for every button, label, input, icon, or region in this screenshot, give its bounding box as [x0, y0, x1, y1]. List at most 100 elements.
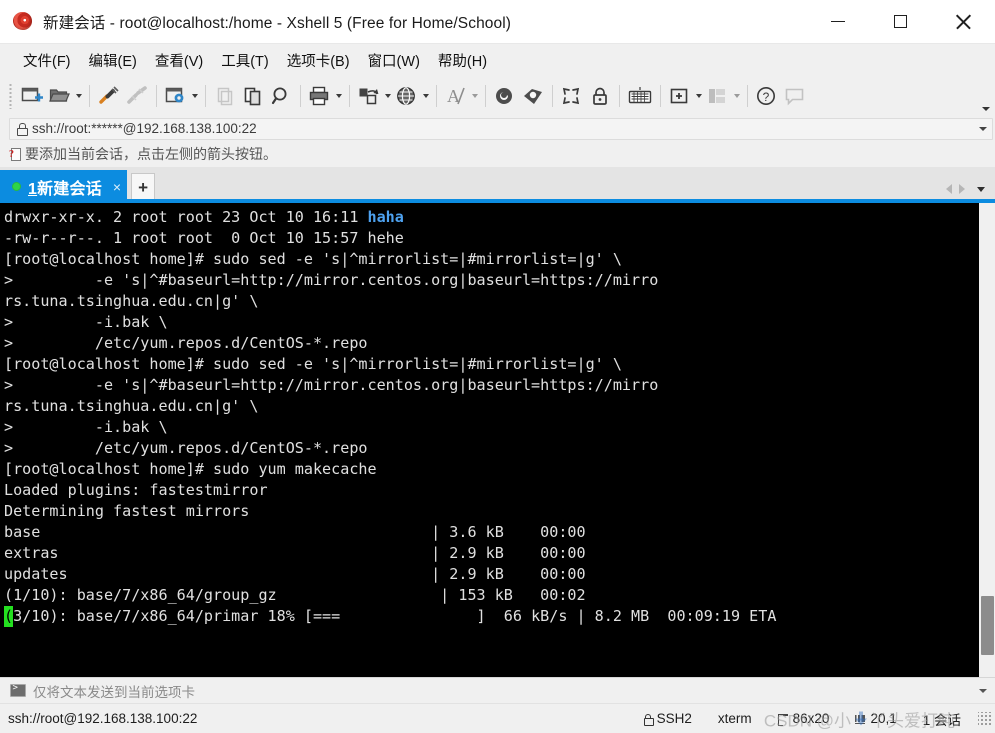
menu-view[interactable]: 查看(V)	[146, 47, 212, 74]
file-transfer-button[interactable]	[355, 80, 383, 112]
terminal-text: [root@localhost home]# sudo sed -e 's|^m…	[4, 250, 622, 268]
maximize-button[interactable]	[869, 0, 931, 44]
menu-help[interactable]: 帮助(H)	[429, 47, 496, 74]
terminal-line: rs.tuna.tsinghua.edu.cn|g' \	[4, 291, 978, 312]
terminal-text: updates | 2.9 kB 00:00	[4, 565, 586, 583]
terminal-text: extras | 2.9 kB 00:00	[4, 544, 586, 562]
lock-button[interactable]	[586, 80, 614, 112]
find-button[interactable]	[267, 80, 295, 112]
terminal-text: rs.tuna.tsinghua.edu.cn|g' \	[4, 292, 259, 310]
menu-tab[interactable]: 选项卡(B)	[278, 47, 359, 74]
file-transfer-chevron-icon[interactable]	[385, 94, 391, 98]
toolbar-separator	[89, 85, 90, 107]
session-properties-button[interactable]	[162, 80, 190, 112]
status-url: ssh://root@192.168.138.100:22	[8, 711, 198, 726]
tab-list-chevron-icon[interactable]	[977, 186, 985, 192]
status-terminal-type-label: xterm	[717, 711, 752, 726]
cut-button[interactable]	[211, 80, 239, 112]
toolbar-grip[interactable]	[9, 83, 12, 109]
font-chevron-icon[interactable]	[472, 94, 478, 98]
keyboard-button[interactable]	[625, 80, 655, 112]
open-session-chevron-icon[interactable]	[76, 94, 82, 98]
terminal-text: 3/10): base/7/x86_64/primar 18% [=== ] 6…	[13, 607, 777, 625]
terminal-text: base | 3.6 kB 00:00	[4, 523, 586, 541]
terminal-scrollbar[interactable]	[978, 203, 995, 677]
status-right-group: SSH2 xterm 86x20 20,1 1 会话	[631, 709, 995, 729]
status-sessions-label: 1 会话	[922, 712, 961, 728]
nav-prev-icon[interactable]	[946, 184, 952, 194]
feedback-button[interactable]	[781, 80, 809, 112]
session-note-icon: ?	[9, 147, 24, 162]
lock-icon	[17, 123, 28, 136]
nav-next-icon[interactable]	[959, 184, 965, 194]
menu-window[interactable]: 窗口(W)	[359, 47, 429, 74]
speech-bubble-icon	[785, 88, 804, 106]
printer-icon	[309, 86, 329, 106]
menu-tools[interactable]: 工具(T)	[212, 47, 278, 74]
terminal-text: > -i.bak \	[4, 313, 168, 331]
address-chevron-down-icon[interactable]	[979, 126, 987, 131]
terminal-screen[interactable]: drwxr-xr-x. 2 root root 23 Oct 10 16:11 …	[0, 203, 978, 677]
window-resize-grip[interactable]	[978, 711, 992, 726]
help-question-icon: ?	[757, 87, 775, 105]
window-title: 新建会话 - root@localhost:/home - Xshell 5 (…	[43, 14, 512, 32]
terminal-line: > -i.bak \	[4, 417, 978, 438]
menu-file[interactable]: 文件(F)	[14, 47, 80, 74]
terminal-prompt-icon	[10, 683, 26, 697]
print-chevron-icon[interactable]	[336, 94, 342, 98]
terminal-text: [root@localhost home]# sudo yum makecach…	[4, 460, 377, 478]
terminal-line: updates | 2.9 kB 00:00	[4, 564, 978, 585]
xftp-icon	[524, 89, 542, 104]
font-button[interactable]: A	[442, 80, 470, 112]
session-properties-chevron-icon[interactable]	[192, 94, 198, 98]
terminal-line: [root@localhost home]# sudo sed -e 's|^m…	[4, 354, 978, 375]
layout-split-icon	[709, 89, 725, 103]
address-input[interactable]: ssh://root:******@192.168.138.100:22	[9, 117, 993, 140]
layout-chevron-icon[interactable]	[734, 94, 740, 98]
status-cursor-position: 20,1	[842, 711, 909, 726]
xshell-button[interactable]	[491, 80, 519, 112]
layout-button[interactable]	[704, 80, 732, 112]
new-tab-button[interactable]: +	[131, 173, 156, 200]
terminal-line: rs.tuna.tsinghua.edu.cn|g' \	[4, 396, 978, 417]
window-controls	[807, 0, 995, 44]
open-session-button[interactable]	[46, 80, 74, 112]
web-browser-button[interactable]	[393, 80, 421, 112]
terminal-text: drwxr-xr-x. 2 root root 23 Oct 10 16:11	[4, 208, 368, 226]
status-cursor-label: 20,1	[870, 711, 897, 726]
title-bar-left: 新建会话 - root@localhost:/home - Xshell 5 (…	[0, 11, 807, 33]
terminal-line: [root@localhost home]# sudo yum makecach…	[4, 459, 978, 480]
toolbar-overflow-chevron-icon[interactable]	[982, 107, 990, 111]
send-text-label: 仅将文本发送到当前选项卡	[33, 684, 195, 700]
close-button[interactable]	[931, 0, 995, 44]
tab-close-icon[interactable]: ×	[113, 180, 121, 194]
menu-edit[interactable]: 编辑(E)	[80, 47, 146, 74]
terminal-text: Loaded plugins: fastestmirror	[4, 481, 268, 499]
lock-icon	[643, 713, 654, 726]
help-button[interactable]: ?	[753, 80, 781, 112]
toolbar-separator	[552, 85, 553, 107]
send-text-bar[interactable]: 仅将文本发送到当前选项卡	[0, 677, 995, 703]
toolbar-separator	[156, 85, 157, 107]
fullscreen-button[interactable]	[558, 80, 586, 112]
connect-button[interactable]	[95, 80, 123, 112]
terminal-scrollbar-thumb[interactable]	[981, 596, 994, 655]
new-session-button[interactable]	[18, 80, 46, 112]
xftp-button[interactable]	[519, 80, 547, 112]
add-to-folder-button[interactable]	[666, 80, 694, 112]
status-protocol: SSH2	[631, 711, 705, 726]
search-icon	[271, 87, 287, 105]
status-size: 86x20	[765, 711, 843, 726]
xshell-shell-logo-icon	[13, 11, 34, 32]
send-bar-chevron-down-icon[interactable]	[979, 688, 987, 693]
print-button[interactable]	[306, 80, 334, 112]
cut-icon	[217, 87, 233, 106]
minimize-icon	[831, 20, 845, 23]
minimize-button[interactable]	[807, 0, 869, 44]
add-to-folder-chevron-icon[interactable]	[696, 94, 702, 98]
copy-button[interactable]	[239, 80, 267, 112]
terminal-text: > -i.bak \	[4, 418, 168, 436]
disconnect-button[interactable]	[123, 80, 151, 112]
web-browser-chevron-icon[interactable]	[423, 94, 429, 98]
copy-icon	[244, 87, 261, 106]
